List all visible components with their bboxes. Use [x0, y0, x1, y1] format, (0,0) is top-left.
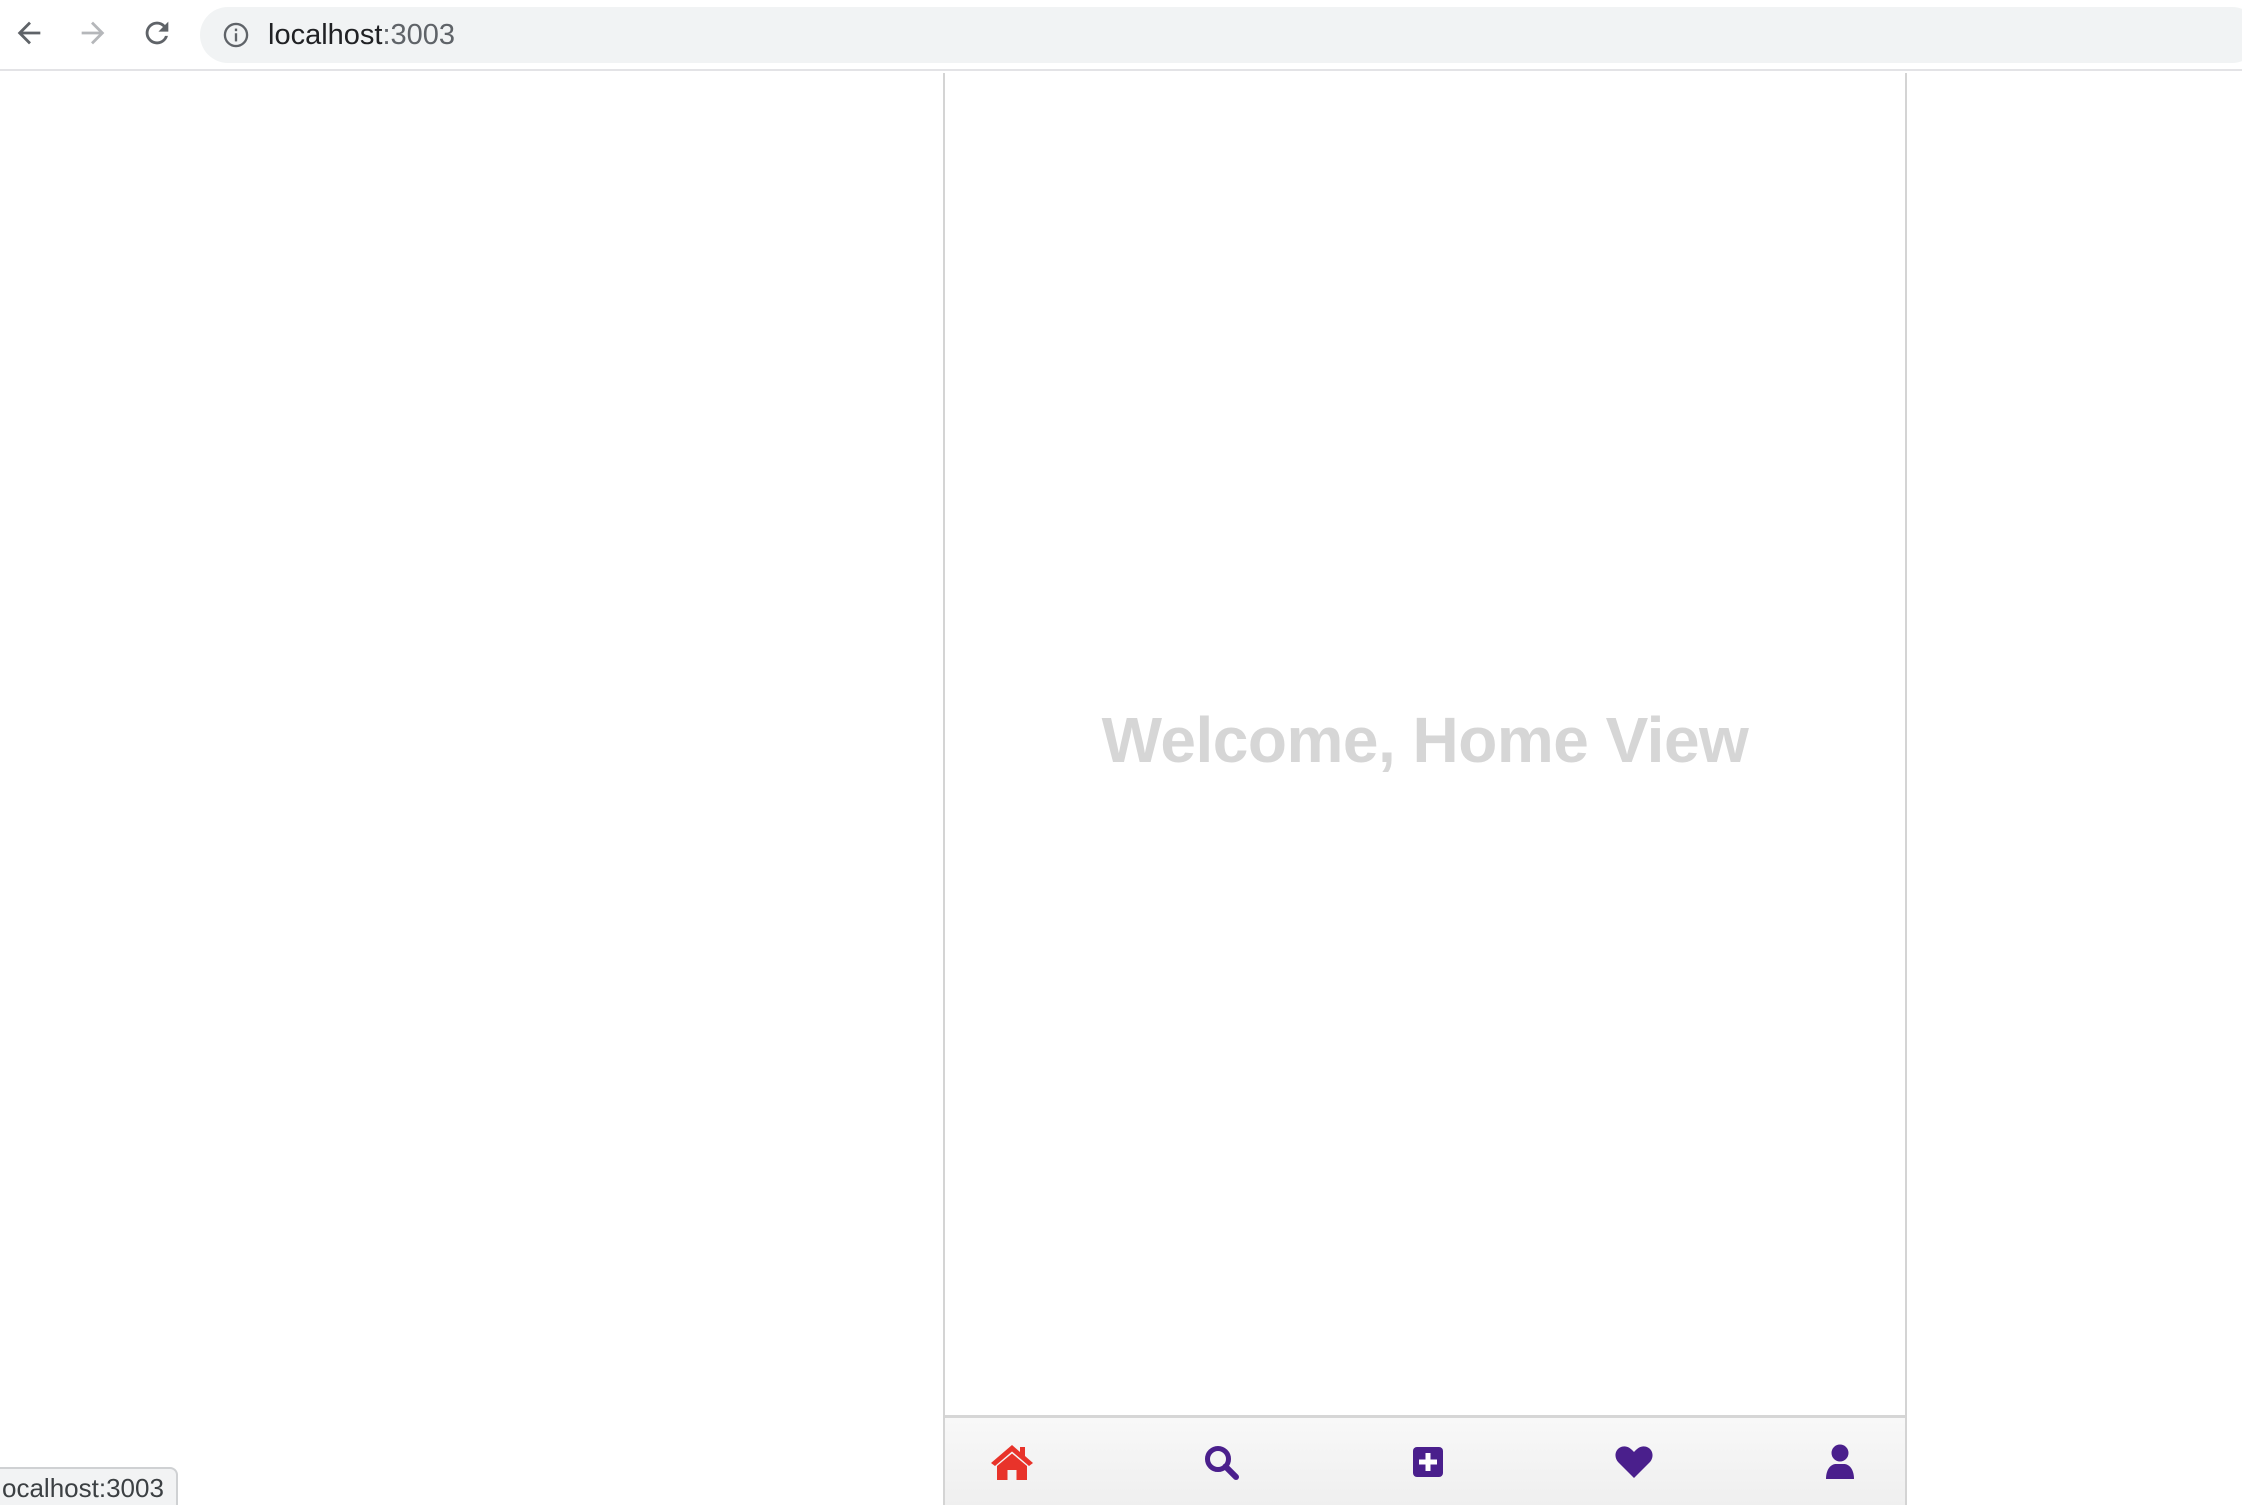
home-icon [991, 1445, 1033, 1480]
url-host: localhost [268, 19, 383, 51]
browser-toolbar: localhost:3003 [0, 0, 2242, 71]
nav-home-button[interactable] [986, 1436, 1038, 1488]
reload-button[interactable] [132, 8, 182, 58]
arrow-left-icon [17, 21, 41, 45]
welcome-heading: Welcome, Home View [1101, 704, 1749, 776]
user-icon [1826, 1444, 1854, 1479]
page-viewport: Welcome, Home View [0, 73, 2242, 1505]
nav-favorites-button[interactable] [1608, 1436, 1660, 1488]
bottom-navigation [945, 1415, 1905, 1505]
url-text[interactable]: localhost:3003 [268, 7, 455, 63]
status-bar-link-preview: ocalhost:3003 [0, 1467, 178, 1505]
reload-icon [145, 21, 169, 45]
search-icon [1205, 1446, 1239, 1480]
arrow-right-icon [81, 21, 105, 45]
info-icon[interactable] [222, 21, 250, 49]
forward-button[interactable] [68, 8, 118, 58]
nav-add-button[interactable] [1402, 1436, 1454, 1488]
heart-icon [1615, 1446, 1653, 1478]
nav-profile-button[interactable] [1814, 1436, 1866, 1488]
back-button[interactable] [4, 8, 54, 58]
plus-square-icon [1413, 1447, 1443, 1477]
nav-search-button[interactable] [1195, 1436, 1247, 1488]
address-bar[interactable]: localhost:3003 [200, 7, 2242, 63]
url-port: :3003 [382, 19, 456, 51]
app-container: Welcome, Home View [943, 73, 1907, 1505]
